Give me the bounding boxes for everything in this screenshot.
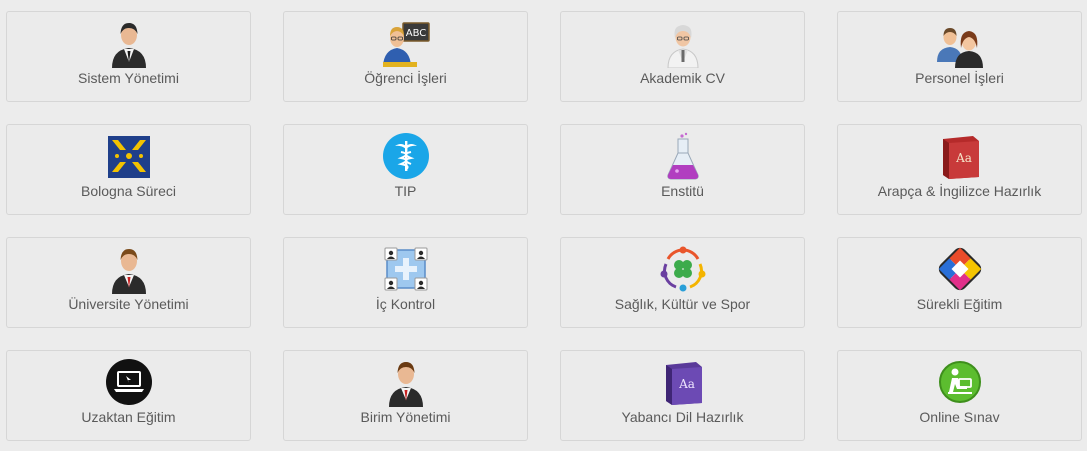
network-users-icon — [380, 244, 432, 294]
dictionary-purple-icon: Aa — [657, 357, 709, 407]
tile-label: Bologna Süreci — [81, 183, 176, 199]
tile-label: Sağlık, Kültür ve Spor — [614, 296, 751, 312]
student-blackboard-icon: ABC — [380, 18, 432, 68]
tile-ic-kontrol[interactable]: İç Kontrol — [283, 237, 528, 328]
tile-bologna-sureci[interactable]: Bologna Süreci — [6, 124, 251, 215]
tile-label: Sistem Yönetimi — [78, 70, 179, 86]
community-clover-icon — [657, 244, 709, 294]
users-pair-icon — [934, 18, 986, 68]
svg-text:ABC: ABC — [405, 28, 426, 39]
tile-birim-yonetimi[interactable]: Birim Yönetimi — [283, 350, 528, 441]
tile-personel-isleri[interactable]: Personel İşleri — [837, 11, 1082, 102]
manager-icon — [103, 244, 155, 294]
tile-label: Üniversite Yönetimi — [68, 296, 189, 312]
tile-online-sinav[interactable]: Online Sınav — [837, 350, 1082, 441]
tile-label: Enstitü — [661, 183, 704, 199]
tile-label: Uzaktan Eğitim — [81, 409, 176, 425]
laptop-icon — [103, 357, 155, 407]
manager-red-tie-icon — [380, 357, 432, 407]
tile-label: Arapça & İngilizce Hazırlık — [877, 183, 1042, 199]
tile-yabanci-dil-hazirlik[interactable]: Aa Yabancı Dil Hazırlık — [560, 350, 805, 441]
tile-ogrenci-isleri[interactable]: ABC Öğrenci İşleri — [283, 11, 528, 102]
tile-label: Online Sınav — [919, 409, 1000, 425]
tile-enstitu[interactable]: Enstitü — [560, 124, 805, 215]
tile-uzaktan-egitim[interactable]: Uzaktan Eğitim — [6, 350, 251, 441]
caduceus-icon — [380, 131, 432, 181]
tile-label: Sürekli Eğitim — [916, 296, 1003, 312]
colorful-cycle-icon — [934, 244, 986, 294]
svg-text:Aa: Aa — [955, 151, 972, 165]
flask-icon — [657, 131, 709, 181]
tile-label: Birim Yönetimi — [360, 409, 451, 425]
tile-label: İç Kontrol — [375, 296, 436, 312]
tile-sistem-yonetimi[interactable]: Sistem Yönetimi — [6, 11, 251, 102]
dictionary-red-icon: Aa — [934, 131, 986, 181]
online-exam-icon — [934, 357, 986, 407]
tile-label: Yabancı Dil Hazırlık — [621, 409, 744, 425]
tile-label: Personel İşleri — [915, 70, 1004, 86]
tile-arapca-ingilizce[interactable]: Aa Arapça & İngilizce Hazırlık — [837, 124, 1082, 215]
professor-icon — [657, 18, 709, 68]
tile-tip[interactable]: TIP — [283, 124, 528, 215]
tile-label: Akademik CV — [640, 70, 725, 86]
tile-saglik-kultur-spor[interactable]: Sağlık, Kültür ve Spor — [560, 237, 805, 328]
tile-label: TIP — [394, 183, 417, 199]
bologna-logo-icon — [103, 131, 155, 181]
module-grid: Sistem Yönetimi ABC Öğrenci İşleri Akade… — [0, 0, 1087, 451]
tile-label: Öğrenci İşleri — [364, 70, 447, 86]
svg-text:Aa: Aa — [678, 377, 695, 391]
tile-universite-yonetimi[interactable]: Üniversite Yönetimi — [6, 237, 251, 328]
tile-akademik-cv[interactable]: Akademik CV — [560, 11, 805, 102]
businessman-icon — [103, 18, 155, 68]
tile-surekli-egitim[interactable]: Sürekli Eğitim — [837, 237, 1082, 328]
